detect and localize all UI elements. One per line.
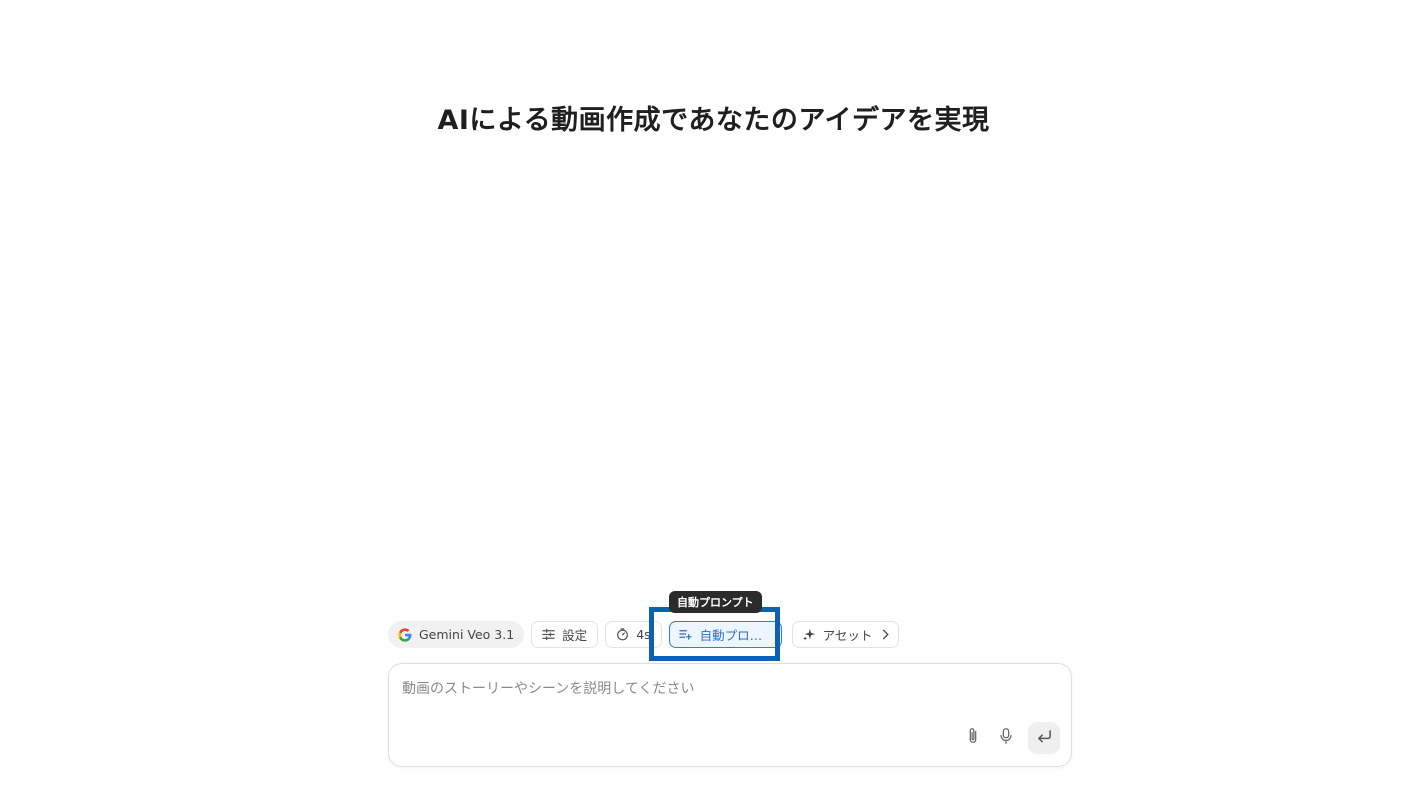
model-selector-label: Gemini Veo 3.1 (419, 627, 515, 642)
model-selector-button[interactable]: Gemini Veo 3.1 (388, 621, 525, 648)
assets-button[interactable]: アセット (791, 621, 900, 648)
prompt-composer (388, 663, 1072, 767)
chevron-right-icon (881, 629, 890, 640)
page: AIによる動画作成であなたのアイデアを実現 Gemini Veo 3.1 設定 … (0, 0, 1427, 798)
list-sparkle-icon (679, 628, 693, 642)
page-title: AIによる動画作成であなたのアイデアを実現 (437, 105, 990, 136)
attach-button[interactable] (960, 725, 986, 751)
send-button[interactable] (1028, 722, 1060, 754)
microphone-icon (998, 727, 1014, 749)
composer-actions (953, 722, 1060, 754)
paperclip-icon (965, 727, 981, 749)
sparkle-icon (802, 628, 816, 642)
auto-prompt-label: 自動プロ… (699, 628, 763, 643)
auto-prompt-tooltip: 自動プロンプト (669, 591, 762, 613)
settings-button[interactable]: 設定 (531, 621, 599, 648)
enter-icon (1036, 729, 1053, 748)
google-logo-icon (397, 627, 413, 643)
generation-toolbar: Gemini Veo 3.1 設定 4s 自動プロ… アセット (388, 620, 906, 649)
assets-label: アセット (822, 628, 873, 643)
auto-prompt-wrapper: 自動プロ… (668, 621, 782, 648)
timer-icon (615, 628, 629, 642)
sliders-icon (541, 628, 555, 642)
prompt-input[interactable] (402, 678, 1042, 718)
voice-input-button[interactable] (993, 725, 1019, 751)
auto-prompt-button[interactable]: 自動プロ… (668, 621, 782, 648)
duration-label: 4s (636, 627, 651, 642)
settings-label: 設定 (562, 628, 588, 643)
duration-button[interactable]: 4s (605, 621, 662, 648)
